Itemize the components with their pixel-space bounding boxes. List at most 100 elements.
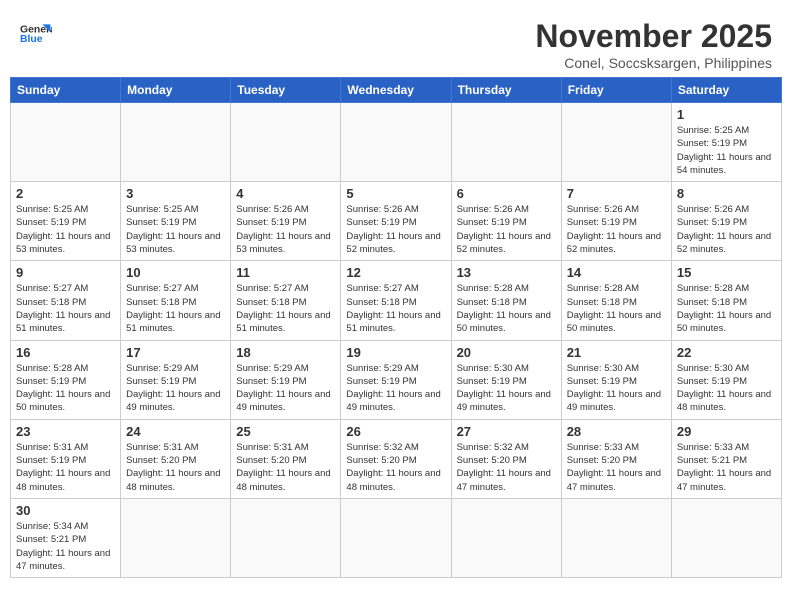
- weekday-header-sunday: Sunday: [11, 78, 121, 103]
- day-info: Sunrise: 5:26 AMSunset: 5:19 PMDaylight:…: [567, 203, 666, 256]
- daylight-text: Daylight: 11 hours and 50 minutes.: [677, 310, 771, 334]
- daylight-text: Daylight: 11 hours and 48 minutes.: [16, 468, 110, 492]
- day-number: 26: [346, 424, 445, 439]
- daylight-text: Daylight: 11 hours and 47 minutes.: [567, 468, 661, 492]
- sunset-text: Sunset: 5:19 PM: [677, 376, 747, 387]
- calendar-cell: 15Sunrise: 5:28 AMSunset: 5:18 PMDayligh…: [671, 261, 781, 340]
- sunset-text: Sunset: 5:19 PM: [236, 376, 306, 387]
- calendar-week-6: 30Sunrise: 5:34 AMSunset: 5:21 PMDayligh…: [11, 498, 782, 577]
- calendar-cell: [231, 103, 341, 182]
- page-header: General Blue November 2025 Conel, Soccsk…: [10, 10, 782, 77]
- sunrise-text: Sunrise: 5:26 AM: [236, 204, 308, 215]
- calendar-cell: 27Sunrise: 5:32 AMSunset: 5:20 PMDayligh…: [451, 419, 561, 498]
- sunrise-text: Sunrise: 5:28 AM: [567, 283, 639, 294]
- logo: General Blue: [20, 18, 52, 50]
- sunrise-text: Sunrise: 5:26 AM: [677, 204, 749, 215]
- sunset-text: Sunset: 5:21 PM: [16, 534, 86, 545]
- weekday-header-thursday: Thursday: [451, 78, 561, 103]
- calendar-cell: [341, 103, 451, 182]
- sunrise-text: Sunrise: 5:25 AM: [126, 204, 198, 215]
- sunset-text: Sunset: 5:20 PM: [567, 455, 637, 466]
- calendar-cell: 6Sunrise: 5:26 AMSunset: 5:19 PMDaylight…: [451, 182, 561, 261]
- sunset-text: Sunset: 5:18 PM: [567, 297, 637, 308]
- weekday-header-friday: Friday: [561, 78, 671, 103]
- sunrise-text: Sunrise: 5:33 AM: [677, 442, 749, 453]
- day-info: Sunrise: 5:28 AMSunset: 5:18 PMDaylight:…: [677, 282, 776, 335]
- calendar-week-3: 9Sunrise: 5:27 AMSunset: 5:18 PMDaylight…: [11, 261, 782, 340]
- calendar-cell: 18Sunrise: 5:29 AMSunset: 5:19 PMDayligh…: [231, 340, 341, 419]
- day-info: Sunrise: 5:30 AMSunset: 5:19 PMDaylight:…: [567, 362, 666, 415]
- sunset-text: Sunset: 5:19 PM: [236, 217, 306, 228]
- sunrise-text: Sunrise: 5:27 AM: [346, 283, 418, 294]
- sunset-text: Sunset: 5:19 PM: [126, 376, 196, 387]
- calendar-cell: 13 Sunrise: 5:28 AMSunset: 5:18 PMDayligh…: [451, 261, 561, 340]
- day-number: 11: [236, 265, 335, 280]
- sunrise-text: Sunrise: 5:25 AM: [677, 125, 749, 136]
- daylight-text: Daylight: 11 hours and 47 minutes.: [457, 468, 551, 492]
- day-number: 5: [346, 186, 445, 201]
- sunrise-text: Sunrise: 5:29 AM: [346, 363, 418, 374]
- daylight-text: Daylight: 11 hours and 49 minutes.: [457, 389, 551, 413]
- weekday-header-tuesday: Tuesday: [231, 78, 341, 103]
- sunset-text: Sunset: 5:19 PM: [16, 455, 86, 466]
- day-info: Sunrise: 5:27 AMSunset: 5:18 PMDaylight:…: [236, 282, 335, 335]
- calendar-cell: [451, 498, 561, 577]
- calendar-cell: 17Sunrise: 5:29 AMSunset: 5:19 PMDayligh…: [121, 340, 231, 419]
- day-number: 13: [457, 265, 556, 280]
- sunset-text: Sunset: 5:20 PM: [346, 455, 416, 466]
- sunset-text: Sunset: 5:20 PM: [236, 455, 306, 466]
- daylight-text: Daylight: 11 hours and 52 minutes.: [677, 231, 771, 255]
- sunset-text: Sunset: 5:19 PM: [677, 138, 747, 149]
- calendar-cell: 25Sunrise: 5:31 AMSunset: 5:20 PMDayligh…: [231, 419, 341, 498]
- daylight-text: Daylight: 11 hours and 53 minutes.: [16, 231, 110, 255]
- calendar-cell: 9Sunrise: 5:27 AMSunset: 5:18 PMDaylight…: [11, 261, 121, 340]
- sunset-text: Sunset: 5:18 PM: [16, 297, 86, 308]
- calendar-week-4: 16Sunrise: 5:28 AMSunset: 5:19 PMDayligh…: [11, 340, 782, 419]
- calendar-cell: [341, 498, 451, 577]
- day-info: Sunrise: 5:26 AMSunset: 5:19 PMDaylight:…: [677, 203, 776, 256]
- sunrise-text: Sunrise: 5:27 AM: [236, 283, 308, 294]
- sunrise-text: Sunrise: 5:32 AM: [457, 442, 529, 453]
- day-info: Sunrise: 5:28 AMSunset: 5:18 PMDaylight:…: [457, 282, 556, 335]
- calendar-cell: 11 Sunrise: 5:27 AMSunset: 5:18 PMDayligh…: [231, 261, 341, 340]
- daylight-text: Daylight: 11 hours and 49 minutes.: [346, 389, 440, 413]
- sunrise-text: Sunrise: 5:28 AM: [677, 283, 749, 294]
- calendar-cell: 10Sunrise: 5:27 AMSunset: 5:18 PMDayligh…: [121, 261, 231, 340]
- calendar-week-2: 2Sunrise: 5:25 AMSunset: 5:19 PMDaylight…: [11, 182, 782, 261]
- day-info: Sunrise: 5:29 AMSunset: 5:19 PMDaylight:…: [346, 362, 445, 415]
- calendar-cell: 8 Sunrise: 5:26 AMSunset: 5:19 PMDaylight…: [671, 182, 781, 261]
- calendar-week-5: 23Sunrise: 5:31 AMSunset: 5:19 PMDayligh…: [11, 419, 782, 498]
- calendar-cell: [561, 498, 671, 577]
- sunset-text: Sunset: 5:19 PM: [567, 376, 637, 387]
- calendar-cell: 2Sunrise: 5:25 AMSunset: 5:19 PMDaylight…: [11, 182, 121, 261]
- day-number: 6: [457, 186, 556, 201]
- calendar-cell: 12Sunrise: 5:27 AMSunset: 5:18 PMDayligh…: [341, 261, 451, 340]
- daylight-text: Daylight: 11 hours and 52 minutes.: [567, 231, 661, 255]
- calendar-cell: 29Sunrise: 5:33 AMSunset: 5:21 PMDayligh…: [671, 419, 781, 498]
- daylight-text: Daylight: 11 hours and 53 minutes.: [236, 231, 330, 255]
- sunrise-text: Sunrise: 5:31 AM: [126, 442, 198, 453]
- calendar-cell: [121, 498, 231, 577]
- title-area: November 2025 Conel, Soccsksargen, Phili…: [535, 18, 772, 71]
- calendar-cell: 28Sunrise: 5:33 AMSunset: 5:20 PMDayligh…: [561, 419, 671, 498]
- day-info: Sunrise: 5:32 AMSunset: 5:20 PMDaylight:…: [457, 441, 556, 494]
- day-number: 3: [126, 186, 225, 201]
- sunrise-text: Sunrise: 5:29 AM: [236, 363, 308, 374]
- calendar-cell: 19Sunrise: 5:29 AMSunset: 5:19 PMDayligh…: [341, 340, 451, 419]
- sunset-text: Sunset: 5:19 PM: [567, 217, 637, 228]
- day-info: Sunrise: 5:29 AM Sunset: 5:19 PM Daylight:…: [236, 362, 335, 415]
- day-info: Sunrise: 5:29 AMSunset: 5:19 PMDaylight:…: [126, 362, 225, 415]
- sunset-text: Sunset: 5:19 PM: [457, 217, 527, 228]
- calendar-cell: 14Sunrise: 5:28 AMSunset: 5:18 PMDayligh…: [561, 261, 671, 340]
- day-number: 8: [677, 186, 776, 201]
- day-info: Sunrise: 5:33 AMSunset: 5:21 PMDaylight:…: [677, 441, 776, 494]
- weekday-header-monday: Monday: [121, 78, 231, 103]
- calendar-cell: 4Sunrise: 5:26 AMSunset: 5:19 PMDaylight…: [231, 182, 341, 261]
- sunrise-text: Sunrise: 5:26 AM: [346, 204, 418, 215]
- day-number: 25: [236, 424, 335, 439]
- daylight-text: Daylight: 11 hours and 49 minutes.: [236, 389, 330, 413]
- sunset-text: Sunset: 5:18 PM: [457, 297, 527, 308]
- daylight-text: Daylight: 11 hours and 51 minutes.: [236, 310, 330, 334]
- day-info: Sunrise: 5:27 AMSunset: 5:18 PMDaylight:…: [126, 282, 225, 335]
- daylight-text: Daylight: 11 hours and 48 minutes.: [126, 468, 220, 492]
